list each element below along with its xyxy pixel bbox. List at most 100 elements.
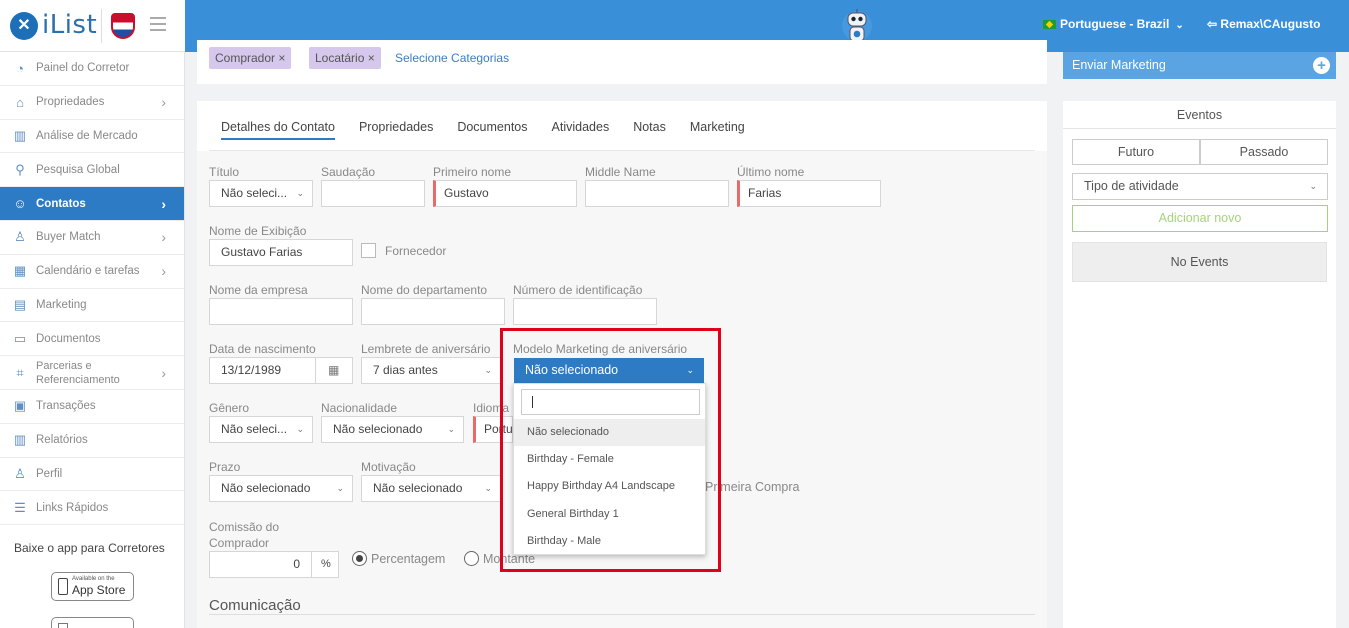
brazil-flag-icon <box>1043 20 1056 30</box>
titulo-value: Não seleci... <box>221 186 288 200</box>
calendar-icon[interactable]: ▦ <box>315 357 353 384</box>
sidebar-item-documentos[interactable]: ▭ Documentos <box>0 322 184 357</box>
saudacao-input[interactable] <box>321 180 425 207</box>
app-promo-text: Baixe o app para Corretores <box>14 541 165 555</box>
tab-marketing[interactable]: Marketing <box>690 120 745 140</box>
events-divider <box>1063 128 1336 129</box>
activity-type-select[interactable]: Tipo de atividade ⌄ <box>1072 173 1328 200</box>
chevron-down-icon: ⌄ <box>447 424 455 434</box>
tab-propriedades[interactable]: Propriedades <box>359 120 433 140</box>
saudacao-label: Saudação <box>321 165 376 179</box>
user-menu[interactable]: ⇦ Remax\CAugusto <box>1207 17 1320 31</box>
sidebar-item-perfil[interactable]: ♙ Perfil <box>0 458 184 492</box>
no-events-message: No Events <box>1072 242 1327 282</box>
titulo-label: Título <box>209 165 240 179</box>
nome-exibicao-input[interactable]: Gustavo Farias <box>209 239 353 266</box>
chevron-down-icon: ⌄ <box>484 483 492 493</box>
identificacao-input[interactable] <box>513 298 657 325</box>
hamburger-menu-icon[interactable] <box>150 17 166 31</box>
calendar-icon: ▦ <box>13 263 27 279</box>
comissao-label-line2: Comprador <box>209 536 270 550</box>
user-name: Remax\CAugusto <box>1220 17 1321 31</box>
sidebar-item-marketing[interactable]: ▤ Marketing <box>0 289 184 323</box>
sidebar-item-propriedades[interactable]: ⌂ Propriedades › <box>0 86 184 120</box>
fornecedor-checkbox[interactable] <box>361 243 376 258</box>
category-chip-locatario[interactable]: Locatário × <box>309 47 381 69</box>
dashboard-icon: ◔ <box>16 60 24 76</box>
add-new-button[interactable]: Adicionar novo <box>1072 205 1328 232</box>
sidebar-item-parcerias-e-referenciamento[interactable]: ⌗ Parcerias e Referenciamento › <box>0 356 184 390</box>
montante-radio[interactable] <box>464 551 479 566</box>
sidebar-item-label: Parcerias e Referenciamento <box>36 359 120 386</box>
nacionalidade-select[interactable]: Não selecionado ⌄ <box>321 416 464 443</box>
sidebar-item-calendario-e-tarefas[interactable]: ▦ Calendário e tarefas › <box>0 255 184 289</box>
sidebar-item-contatos[interactable]: ☺ Contatos › <box>0 187 184 221</box>
chevron-right-icon: › <box>161 364 166 381</box>
tab-notas[interactable]: Notas <box>633 120 666 140</box>
newspaper-icon: ▤ <box>13 296 27 312</box>
tab-documentos[interactable]: Documentos <box>457 120 527 140</box>
contact-tabs: Detalhes do Contato Propriedades Documen… <box>221 120 769 140</box>
chevron-down-icon: ⌄ <box>296 188 304 198</box>
departamento-input[interactable] <box>361 298 505 325</box>
chevron-right-icon: › <box>161 229 166 246</box>
ultimo-nome-input[interactable]: Farias <box>737 180 881 207</box>
titulo-select[interactable]: Não seleci... ⌄ <box>209 180 313 207</box>
bar-chart-icon: ▥ <box>13 432 27 448</box>
percentagem-radio[interactable] <box>352 551 367 566</box>
sidebar-item-pesquisa-global[interactable]: ⚲ Pesquisa Global <box>0 153 184 188</box>
fornecedor-label: Fornecedor <box>385 244 447 258</box>
nascimento-input[interactable]: 13/12/1989 <box>209 357 316 384</box>
comunicacao-section-title: Comunicação <box>209 597 301 614</box>
tab-futuro[interactable]: Futuro <box>1072 139 1200 165</box>
genero-select[interactable]: Não seleci... ⌄ <box>209 416 313 443</box>
tab-detalhes-do-contato[interactable]: Detalhes do Contato <box>221 120 335 140</box>
select-categories-link[interactable]: Selecione Categorias <box>395 51 509 65</box>
briefcase-icon: ▣ <box>13 398 27 414</box>
nacionalidade-value: Não selecionado <box>333 422 423 436</box>
sidebar-item-buyer-match[interactable]: ♙ Buyer Match › <box>0 221 184 255</box>
sidebar-item-label: Propriedades <box>36 96 105 109</box>
sidebar-item-analise-de-mercado[interactable]: ▥ Análise de Mercado <box>0 120 184 154</box>
sidebar-item-links-rapidos[interactable]: ☰ Links Rápidos <box>0 491 184 526</box>
sidebar: ◔ Painel do Corretor ⌂ Propriedades › ▥ Anális… <box>0 52 185 628</box>
user-icon: ♙ <box>14 465 26 481</box>
category-strip: Comprador × Locatário × Selecione Catego… <box>197 40 1047 84</box>
chevron-down-icon: ⌄ <box>336 483 344 493</box>
primeiro-nome-input[interactable]: Gustavo <box>433 180 577 207</box>
tab-atividades[interactable]: Atividades <box>552 120 610 140</box>
chevron-down-icon: ⌄ <box>296 424 304 434</box>
comissao-input[interactable]: 0 <box>209 551 312 578</box>
chevron-down-icon: ⌄ <box>1175 20 1184 31</box>
lembrete-select[interactable]: 7 dias antes ⌄ <box>361 357 501 384</box>
middle-name-label: Middle Name <box>585 165 656 179</box>
app-store-button[interactable]: Available on the App Store <box>51 572 134 601</box>
sidebar-item-label: Análise de Mercado <box>36 129 138 142</box>
sidebar-item-relatorios[interactable]: ▥ Relatórios <box>0 424 184 458</box>
remax-balloon-logo <box>111 13 135 39</box>
sidebar-item-transacoes[interactable]: ▣ Transações <box>0 390 184 424</box>
sidebar-item-label: Documentos <box>36 332 101 345</box>
middle-name-input[interactable] <box>585 180 729 207</box>
sidebar-item-label: Buyer Match <box>36 231 101 244</box>
logo-area: ✕ iList <box>0 0 185 52</box>
departamento-label: Nome do departamento <box>361 283 488 297</box>
sidebar-item-painel-do-corretor[interactable]: ◔ Painel do Corretor <box>0 52 184 86</box>
google-play-button[interactable] <box>51 617 134 628</box>
prazo-value: Não selecionado <box>221 481 311 495</box>
highlight-frame <box>500 328 721 572</box>
events-title: Eventos <box>1176 108 1223 122</box>
prazo-select[interactable]: Não selecionado ⌄ <box>209 475 353 502</box>
enviar-marketing-button[interactable]: Enviar Marketing + <box>1063 52 1336 79</box>
tab-passado[interactable]: Passado <box>1200 139 1328 165</box>
language-label: Portuguese - Brazil <box>1060 17 1170 31</box>
list-icon: ☰ <box>14 499 26 515</box>
category-chip-comprador[interactable]: Comprador × <box>209 47 292 69</box>
motivacao-select[interactable]: Não selecionado ⌄ <box>361 475 501 502</box>
motivacao-value: Não selecionado <box>373 481 463 495</box>
empresa-input[interactable] <box>209 298 353 325</box>
motivacao-label: Motivação <box>361 460 416 474</box>
language-selector[interactable]: Portuguese - Brazil ⌄ <box>1043 17 1184 31</box>
home-icon: ⌂ <box>16 94 24 110</box>
sidebar-item-label: Transações <box>36 400 96 413</box>
